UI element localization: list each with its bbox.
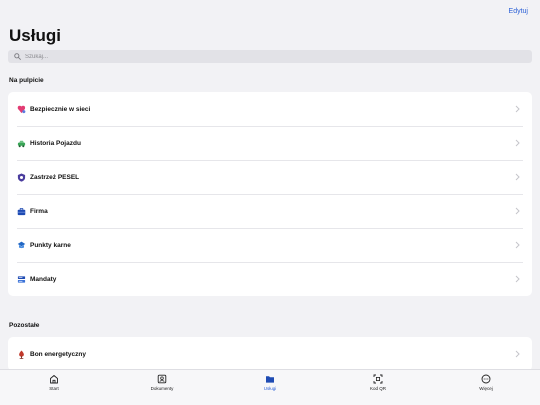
id-card-icon: [157, 374, 167, 384]
section-heading-desktop: Na pulpicie: [9, 77, 44, 84]
tab-wiecej[interactable]: Więcej: [432, 370, 540, 405]
tab-kod-qr[interactable]: Kod QR: [324, 370, 432, 405]
service-item-label: Mandaty: [30, 275, 57, 283]
chevron-right-icon: [515, 350, 520, 358]
tab-label: Usługi: [263, 386, 277, 391]
service-item-label: Zastrzeż PESEL: [30, 173, 80, 181]
tab-dokumenty[interactable]: Dokumenty: [108, 370, 216, 405]
service-item-firma[interactable]: Firma: [8, 194, 532, 228]
service-item-label: Punkty karne: [30, 241, 71, 249]
other-services-list: Bon energetyczny: [8, 337, 532, 371]
services-screen: Edytuj Usługi Na pulpicie Bezpiecznie w …: [0, 0, 540, 405]
tab-label: Start: [49, 386, 59, 391]
chevron-right-icon: [515, 173, 520, 181]
home-icon: [49, 374, 59, 384]
tab-label: Kod QR: [369, 386, 386, 391]
shield-icon: [17, 173, 26, 182]
service-item-bon-energetyczny[interactable]: Bon energetyczny: [8, 337, 532, 371]
qr-scan-icon: [373, 374, 383, 384]
tickets-icon: [17, 275, 26, 284]
edit-button[interactable]: Edytuj: [509, 8, 528, 15]
chevron-right-icon: [515, 207, 520, 215]
service-item-zastrzez-pesel[interactable]: Zastrzeż PESEL: [8, 160, 532, 194]
service-item-bezpiecznie-w-sieci[interactable]: Bezpiecznie w sieci: [8, 92, 532, 126]
search-input[interactable]: [25, 53, 425, 60]
search-bar[interactable]: [8, 50, 532, 63]
energy-icon: [17, 349, 26, 359]
service-item-label: Firma: [30, 207, 48, 215]
service-item-historia-pojazdu[interactable]: Historia Pojazdu: [8, 126, 532, 160]
tab-start[interactable]: Start: [0, 370, 108, 405]
section-heading-other: Pozostałe: [9, 322, 40, 329]
service-item-punkty-karne[interactable]: Punkty karne: [8, 228, 532, 262]
tab-label: Więcej: [479, 386, 493, 391]
service-item-mandaty[interactable]: Mandaty: [8, 262, 532, 296]
service-item-label: Bezpiecznie w sieci: [30, 105, 91, 113]
more-icon: [481, 374, 491, 384]
tab-uslugi[interactable]: Usługi: [216, 370, 324, 405]
car-icon: [17, 139, 26, 148]
top-bar: Edytuj: [0, 0, 540, 22]
search-icon: [14, 53, 21, 60]
badge-icon: [17, 241, 26, 250]
bottom-tab-bar: Start Dokumenty Usługi Kod QR Więcej: [0, 369, 540, 405]
page-title: Usługi: [9, 26, 61, 45]
service-item-label: Bon energetyczny: [30, 350, 86, 358]
heart-shield-icon: [17, 105, 26, 114]
chevron-right-icon: [515, 241, 520, 249]
chevron-right-icon: [515, 139, 520, 147]
chevron-right-icon: [515, 275, 520, 283]
service-item-label: Historia Pojazdu: [30, 139, 81, 147]
folder-icon: [265, 374, 275, 384]
chevron-right-icon: [515, 105, 520, 113]
briefcase-icon: [17, 207, 26, 216]
desktop-services-list: Bezpiecznie w sieci Historia Pojazdu Zas…: [8, 92, 532, 296]
tab-label: Dokumenty: [150, 386, 174, 391]
